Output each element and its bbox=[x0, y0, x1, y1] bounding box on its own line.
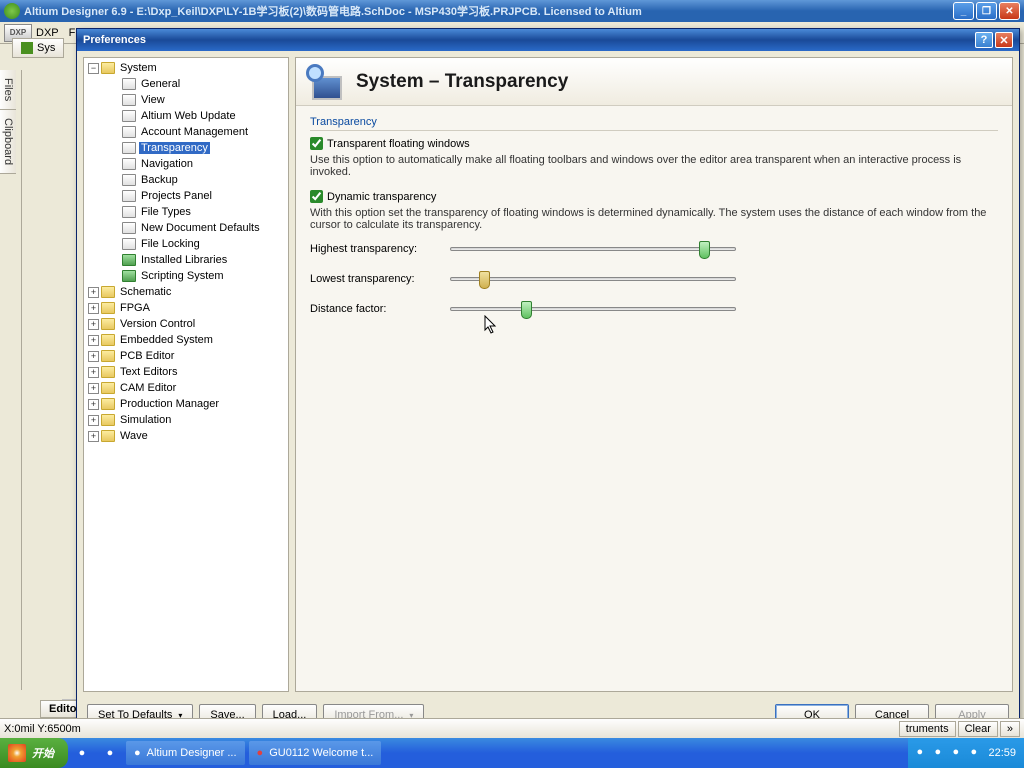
dynamic-transparency-checkbox[interactable] bbox=[310, 190, 323, 203]
window-restore-button[interactable]: ❐ bbox=[976, 2, 997, 20]
tray-icon[interactable]: ● bbox=[952, 746, 966, 760]
tree-general[interactable]: General bbox=[86, 76, 286, 92]
tree-scripting[interactable]: Scripting System bbox=[86, 268, 286, 284]
status-clear[interactable]: Clear bbox=[958, 721, 998, 737]
distance-factor-slider[interactable] bbox=[450, 307, 736, 311]
preferences-content: System – Transparency Transparency Trans… bbox=[295, 57, 1013, 692]
quick-launch-2[interactable]: ● bbox=[98, 741, 122, 765]
document-tab[interactable]: Sys bbox=[12, 38, 64, 58]
dynamic-transparency-label: Dynamic transparency bbox=[327, 191, 436, 203]
system-tray[interactable]: ● ● ● ● 22:59 bbox=[908, 738, 1024, 768]
window-close-button[interactable]: ✕ bbox=[999, 2, 1020, 20]
app-titlebar: Altium Designer 6.9 - E:\Dxp_Keil\DXP\LY… bbox=[0, 0, 1024, 22]
distance-factor-label: Distance factor: bbox=[310, 303, 450, 315]
preferences-tree[interactable]: −System General View Altium Web Update A… bbox=[83, 57, 289, 692]
tray-icon[interactable]: ● bbox=[934, 746, 948, 760]
transparent-floating-label: Transparent floating windows bbox=[327, 138, 470, 150]
tree-backup[interactable]: Backup bbox=[86, 172, 286, 188]
tree-file-locking[interactable]: File Locking bbox=[86, 236, 286, 252]
dialog-titlebar[interactable]: Preferences ? ✕ bbox=[77, 29, 1019, 51]
window-minimize-button[interactable]: _ bbox=[953, 2, 974, 20]
taskbar: 开始 ● ● ●Altium Designer ... ●GU0112 Welc… bbox=[0, 738, 1024, 768]
left-panel-clipboard[interactable]: Clipboard bbox=[0, 110, 16, 174]
taskbar-item-pdf[interactable]: ●GU0112 Welcome t... bbox=[249, 741, 382, 765]
tray-icon[interactable]: ● bbox=[970, 746, 984, 760]
start-label: 开始 bbox=[32, 745, 54, 761]
status-more[interactable]: » bbox=[1000, 721, 1020, 737]
tree-embedded[interactable]: +Embedded System bbox=[86, 332, 286, 348]
tree-simulation[interactable]: +Simulation bbox=[86, 412, 286, 428]
section-title: Transparency bbox=[310, 116, 998, 131]
tree-fpga[interactable]: +FPGA bbox=[86, 300, 286, 316]
coord-readout: X:0mil Y:6500m bbox=[4, 723, 81, 735]
document-tab-label: Sys bbox=[37, 42, 55, 54]
left-panel-files[interactable]: Files bbox=[0, 70, 16, 110]
tree-altium-web[interactable]: Altium Web Update bbox=[86, 108, 286, 124]
tray-clock: 22:59 bbox=[988, 747, 1016, 759]
magnifier-monitor-icon bbox=[306, 64, 346, 100]
transparent-floating-desc: Use this option to automatically make al… bbox=[310, 154, 998, 178]
tree-projects-panel[interactable]: Projects Panel bbox=[86, 188, 286, 204]
windows-logo-icon bbox=[8, 744, 26, 762]
taskbar-item-altium[interactable]: ●Altium Designer ... bbox=[126, 741, 245, 765]
status-bar: X:0mil Y:6500m truments Clear » bbox=[0, 718, 1024, 738]
dynamic-transparency-desc: With this option set the transparency of… bbox=[310, 207, 998, 231]
app-title: Altium Designer 6.9 - E:\Dxp_Keil\DXP\LY… bbox=[24, 3, 953, 19]
tree-new-doc[interactable]: New Document Defaults bbox=[86, 220, 286, 236]
dialog-close-button[interactable]: ✕ bbox=[995, 32, 1013, 48]
dialog-title: Preferences bbox=[83, 34, 973, 46]
tree-account[interactable]: Account Management bbox=[86, 124, 286, 140]
tree-transparency[interactable]: Transparency bbox=[86, 140, 286, 156]
tree-installed-libs[interactable]: Installed Libraries bbox=[86, 252, 286, 268]
app-icon bbox=[4, 3, 20, 19]
dialog-help-button[interactable]: ? bbox=[975, 32, 993, 48]
tree-production[interactable]: +Production Manager bbox=[86, 396, 286, 412]
highest-transparency-label: Highest transparency: bbox=[310, 243, 450, 255]
tree-cam-editor[interactable]: +CAM Editor bbox=[86, 380, 286, 396]
status-instruments[interactable]: truments bbox=[899, 721, 956, 737]
lowest-transparency-slider[interactable] bbox=[450, 277, 736, 281]
tree-system[interactable]: −System bbox=[86, 60, 286, 76]
transparent-floating-checkbox[interactable] bbox=[310, 137, 323, 150]
menu-dxp[interactable]: DXP bbox=[36, 27, 59, 39]
quick-launch-1[interactable]: ● bbox=[70, 741, 94, 765]
content-header-title: System – Transparency bbox=[356, 71, 568, 93]
lowest-transparency-label: Lowest transparency: bbox=[310, 273, 450, 285]
tree-text-editors[interactable]: +Text Editors bbox=[86, 364, 286, 380]
preferences-dialog: Preferences ? ✕ −System General View Alt… bbox=[76, 28, 1020, 733]
tray-icon[interactable]: ● bbox=[916, 746, 930, 760]
start-button[interactable]: 开始 bbox=[0, 738, 68, 768]
tree-pcb-editor[interactable]: +PCB Editor bbox=[86, 348, 286, 364]
document-icon bbox=[21, 42, 33, 54]
tree-version-control[interactable]: +Version Control bbox=[86, 316, 286, 332]
tree-file-types[interactable]: File Types bbox=[86, 204, 286, 220]
tree-wave[interactable]: +Wave bbox=[86, 428, 286, 444]
tree-navigation[interactable]: Navigation bbox=[86, 156, 286, 172]
highest-transparency-slider[interactable] bbox=[450, 247, 736, 251]
tree-view[interactable]: View bbox=[86, 92, 286, 108]
tree-schematic[interactable]: +Schematic bbox=[86, 284, 286, 300]
